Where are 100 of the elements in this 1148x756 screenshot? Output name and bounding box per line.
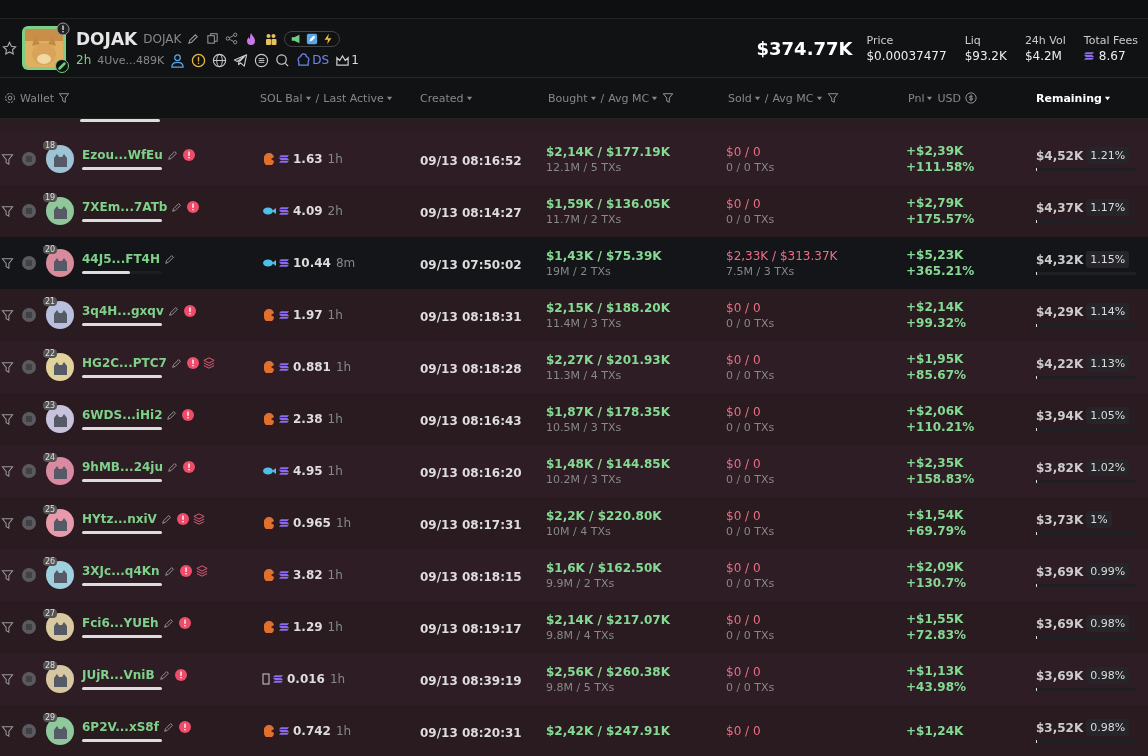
filter-icon[interactable]	[1, 672, 14, 686]
sold-value: $0 / 0	[726, 612, 762, 627]
pencil-icon[interactable]	[158, 669, 171, 681]
wallet-address[interactable]: JUjR...VniB	[82, 668, 155, 682]
filter-icon[interactable]	[826, 92, 839, 104]
pencil-icon[interactable]	[160, 513, 173, 525]
pencil-icon[interactable]	[166, 409, 179, 421]
pencil-icon[interactable]	[162, 617, 175, 629]
filter-icon[interactable]	[1, 412, 14, 426]
caret-icon[interactable]	[1103, 94, 1111, 102]
filter-icon[interactable]	[1, 256, 14, 270]
sol-balance: 1.29	[293, 620, 323, 634]
column-header[interactable]: Sold	[728, 91, 761, 105]
pencil-icon[interactable]	[187, 32, 201, 45]
wallet-address[interactable]: Ezou...WfEu	[82, 148, 163, 162]
search-icon[interactable]	[275, 52, 291, 68]
sold-value: $0 / 0	[726, 404, 762, 419]
coin-icon[interactable]	[965, 92, 977, 104]
filter-icon[interactable]	[1, 204, 14, 218]
column-header[interactable]: Last Active	[323, 91, 393, 105]
sold-amount: 0 / 0 TXs	[726, 576, 776, 590]
copy-icon[interactable]	[206, 32, 220, 45]
rank-number: 21	[43, 297, 58, 306]
wallet-address[interactable]: 6WDS...iHi2	[82, 408, 163, 422]
pencil-icon[interactable]	[163, 565, 176, 577]
filter-icon[interactable]	[662, 92, 675, 104]
pnl-usd: +$2,39K	[906, 144, 965, 158]
remaining-usd: $4,37K	[1036, 200, 1084, 215]
pencil-icon[interactable]	[166, 149, 179, 161]
bought-value: $2,14K / $217.07K	[546, 612, 671, 627]
stat-label: Price	[866, 33, 895, 47]
pnl-usd: +$1,24K	[906, 724, 965, 738]
chef-hat-icon[interactable]	[296, 52, 312, 68]
filter-icon[interactable]	[1, 152, 14, 166]
sold-value: $0 / 0	[726, 560, 762, 575]
remaining-usd: $3,69K	[1036, 668, 1084, 683]
wallet-address[interactable]: 3XJc...q4Kn	[82, 564, 160, 578]
warning-icon[interactable]	[191, 52, 207, 68]
wallet-address[interactable]: HG2C...PTC7	[82, 356, 167, 370]
table-row[interactable]: 20 44J5...FT4H 10.44 8m 09/13 07:50:02 $1,43K / $75.39K 19M / 2 TXs $2,33K / $313.37K 7.5M / 3 TXs +$5,23K +365.21% $4,32K 1.15%	[0, 237, 1148, 289]
list-circle-icon[interactable]	[254, 52, 270, 68]
wallet-address[interactable]: 3q4H...gxqv	[82, 304, 164, 318]
last-active: 1h	[327, 308, 343, 322]
star-icon[interactable]	[2, 40, 17, 56]
column-header[interactable]: Bought	[548, 91, 597, 105]
wallet-address[interactable]: Fci6...YUEh	[82, 616, 159, 630]
bought-amount: 9.8M / 5 TXs	[546, 680, 616, 694]
globe-icon[interactable]	[212, 52, 228, 68]
filter-icon[interactable]	[1, 568, 14, 582]
pnl-usd: +$1,95K	[906, 352, 965, 366]
last-active: 1h	[327, 568, 343, 582]
settings-icon[interactable]	[4, 92, 16, 104]
filter-icon[interactable]	[58, 92, 71, 104]
contract-address[interactable]: 4Uve...489K	[97, 53, 165, 67]
pencil-icon[interactable]	[163, 253, 176, 265]
column-header[interactable]: Remaining	[1036, 91, 1111, 105]
wallet-address[interactable]: 44J5...FT4H	[82, 252, 160, 266]
user-icon[interactable]	[170, 52, 186, 68]
crown-icon[interactable]	[335, 52, 351, 68]
bought-amount: 11.7M / 2 TXs	[546, 212, 623, 226]
filter-icon[interactable]	[1, 360, 14, 374]
sol-icon	[279, 726, 290, 736]
holding-share: 1.02%	[1086, 459, 1130, 476]
pencil-icon[interactable]	[167, 461, 179, 473]
holding-share: 0.98%	[1086, 667, 1130, 684]
filter-icon[interactable]	[1, 308, 14, 322]
pnl-percent: +85.67%	[906, 368, 968, 382]
column-header[interactable]: Avg MC	[608, 91, 659, 105]
bought-value: $2,42K / $247.91K	[546, 724, 671, 738]
sol-balance: 4.95	[293, 464, 323, 478]
sol-icon	[279, 414, 290, 424]
filter-icon[interactable]	[1, 620, 14, 634]
sold-value: $0 / 0	[726, 664, 762, 679]
pencil-icon[interactable]	[170, 357, 183, 369]
wallet-address[interactable]: 6P2V...xS8f	[82, 720, 159, 734]
sold-value: $0 / 0	[726, 352, 762, 367]
wallet-address[interactable]: HYtz...nxiV	[82, 512, 157, 526]
pencil-icon[interactable]	[162, 721, 175, 733]
share-icon[interactable]	[225, 32, 239, 45]
column-header[interactable]: SOL Bal	[260, 91, 312, 105]
remaining-usd: $4,29K	[1036, 304, 1084, 319]
bought-amount: 12.1M / 5 TXs	[546, 160, 623, 174]
pencil-icon[interactable]	[171, 201, 184, 213]
created-time: 09/13 07:50:02	[419, 257, 522, 272]
wallet-address[interactable]: 7XEm...7ATb	[82, 200, 168, 214]
filter-icon[interactable]	[1, 516, 14, 530]
pencil-icon[interactable]	[167, 305, 180, 317]
filter-icon[interactable]	[1, 464, 14, 478]
column-header[interactable]: Created	[420, 91, 473, 105]
column-header[interactable]: Avg MC	[772, 91, 823, 105]
wallet-address[interactable]: 9hMB...24ju	[82, 460, 163, 474]
pnl-usd: +$2,09K	[906, 560, 965, 574]
telegram-icon[interactable]	[233, 52, 249, 68]
column-header[interactable]: Pnl	[908, 91, 934, 105]
rank-number: 22	[43, 349, 58, 358]
bought-amount: 19M / 2 TXs	[546, 264, 612, 278]
filter-icon[interactable]	[1, 724, 14, 738]
dex-link[interactable]: DS	[312, 53, 330, 67]
sold-amount: 0 / 0 TXs	[726, 316, 776, 330]
last-active: 1h	[335, 724, 352, 738]
